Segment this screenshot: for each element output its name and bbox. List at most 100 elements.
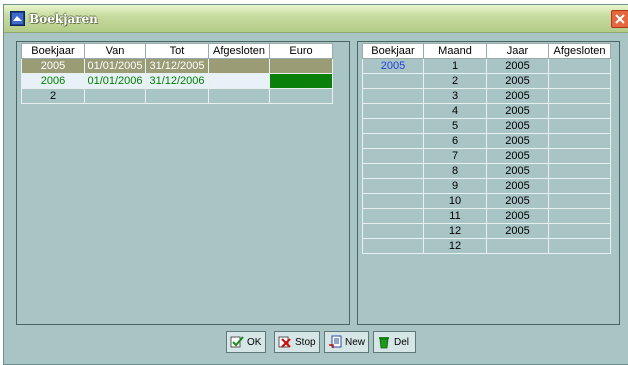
cell-maand[interactable]: 11 [423, 208, 487, 224]
cell-boekjaar[interactable] [362, 103, 424, 119]
cell-jaar[interactable]: 2005 [486, 223, 549, 239]
cell-jaar[interactable]: 2005 [486, 148, 549, 164]
cell-afgesloten[interactable] [548, 58, 611, 74]
cell-maand[interactable]: 8 [423, 163, 487, 179]
cell-jaar[interactable]: 2005 [486, 133, 549, 149]
cell-boekjaar[interactable] [362, 88, 424, 104]
cell-afgesloten[interactable] [548, 208, 611, 224]
column-header[interactable]: Van [84, 43, 146, 59]
cell-afgesloten[interactable] [548, 148, 611, 164]
cell-boekjaar[interactable]: 2005 [362, 58, 424, 74]
stop-label: Stop [295, 336, 316, 348]
cell-boekjaar[interactable] [362, 73, 424, 89]
table-count-row: 2 [21, 88, 333, 104]
title-bar[interactable]: Boekjaren [4, 5, 628, 33]
table-row[interactable]: 10 2005 [362, 193, 611, 209]
cell-afgesloten[interactable] [548, 133, 611, 149]
table-row[interactable]: 2006 01/01/2006 31/12/2006 [21, 73, 333, 89]
cell-jaar[interactable]: 2005 [486, 208, 549, 224]
cell-afgesloten[interactable] [548, 118, 611, 134]
table-row[interactable]: 12 2005 [362, 223, 611, 239]
empty-cell [84, 88, 146, 104]
cell-boekjaar[interactable] [362, 178, 424, 194]
cell-boekjaar[interactable] [362, 193, 424, 209]
column-header[interactable]: Boekjaar [362, 43, 424, 59]
table-row[interactable]: 4 2005 [362, 103, 611, 119]
cell-jaar[interactable]: 2005 [486, 88, 549, 104]
table-row[interactable]: 2 2005 [362, 73, 611, 89]
new-button[interactable]: New [324, 331, 369, 353]
row-count: 2 [21, 88, 85, 104]
column-header[interactable]: Jaar [486, 43, 549, 59]
cell-jaar[interactable]: 2005 [486, 193, 549, 209]
cell-maand[interactable]: 1 [423, 58, 487, 74]
cell-boekjaar[interactable] [362, 223, 424, 239]
column-header[interactable]: Tot [145, 43, 209, 59]
cell-euro[interactable] [269, 73, 333, 89]
cell-afgesloten[interactable] [548, 223, 611, 239]
table-row[interactable]: 2005 1 2005 [362, 58, 611, 74]
cell-euro[interactable] [269, 58, 333, 74]
cell-maand[interactable]: 9 [423, 178, 487, 194]
stop-icon [278, 336, 291, 348]
cell-maand[interactable]: 7 [423, 148, 487, 164]
cell-jaar[interactable]: 2005 [486, 58, 549, 74]
column-header[interactable]: Afgesloten [548, 43, 611, 59]
cell-van[interactable]: 01/01/2006 [84, 73, 146, 89]
cell-afgesloten[interactable] [548, 103, 611, 119]
cell-maand[interactable]: 4 [423, 103, 487, 119]
cell-maand[interactable]: 6 [423, 133, 487, 149]
cell-maand[interactable]: 5 [423, 118, 487, 134]
cell-tot[interactable]: 31/12/2006 [145, 73, 209, 89]
column-header[interactable]: Maand [423, 43, 487, 59]
cell-jaar[interactable]: 2005 [486, 163, 549, 179]
empty-cell [269, 88, 333, 104]
cell-boekjaar[interactable] [362, 148, 424, 164]
cell-afgesloten[interactable] [208, 58, 270, 74]
cell-afgesloten[interactable] [548, 178, 611, 194]
empty-cell [362, 238, 424, 254]
row-count: 12 [423, 238, 487, 254]
column-header[interactable]: Afgesloten [208, 43, 270, 59]
table-row[interactable]: 3 2005 [362, 88, 611, 104]
table-row[interactable]: 9 2005 [362, 178, 611, 194]
cell-maand[interactable]: 2 [423, 73, 487, 89]
table-row[interactable]: 8 2005 [362, 163, 611, 179]
table-row[interactable]: 5 2005 [362, 118, 611, 134]
table-row[interactable]: 2005 01/01/2005 31/12/2005 [21, 58, 333, 74]
table-row[interactable]: 6 2005 [362, 133, 611, 149]
table-row[interactable]: 7 2005 [362, 148, 611, 164]
cell-van[interactable]: 01/01/2005 [84, 58, 146, 74]
cell-tot[interactable]: 31/12/2005 [145, 58, 209, 74]
cell-maand[interactable]: 12 [423, 223, 487, 239]
table-row[interactable]: 11 2005 [362, 208, 611, 224]
ok-button[interactable]: OK [226, 331, 266, 353]
cell-boekjaar[interactable] [362, 133, 424, 149]
close-icon[interactable] [611, 10, 628, 28]
delete-button[interactable]: Del [373, 331, 416, 353]
cell-boekjaar[interactable] [362, 163, 424, 179]
stop-button[interactable]: Stop [274, 331, 320, 353]
cell-afgesloten[interactable] [208, 73, 270, 89]
new-record-icon [329, 335, 342, 348]
column-header[interactable]: Boekjaar [21, 43, 85, 59]
trash-icon [379, 337, 389, 349]
app-icon[interactable] [10, 11, 25, 26]
cell-afgesloten[interactable] [548, 88, 611, 104]
cell-boekjaar[interactable] [362, 208, 424, 224]
cell-maand[interactable]: 3 [423, 88, 487, 104]
cell-afgesloten[interactable] [548, 193, 611, 209]
cell-boekjaar[interactable] [362, 118, 424, 134]
cell-jaar[interactable]: 2005 [486, 73, 549, 89]
delete-label: Del [394, 336, 410, 348]
cell-maand[interactable]: 10 [423, 193, 487, 209]
cell-boekjaar[interactable]: 2005 [21, 58, 85, 74]
cell-jaar[interactable]: 2005 [486, 118, 549, 134]
cell-afgesloten[interactable] [548, 73, 611, 89]
cell-jaar[interactable]: 2005 [486, 178, 549, 194]
boekjaren-window: Boekjaren Boekjaar Van Tot Afgesloten Eu… [3, 4, 628, 365]
cell-afgesloten[interactable] [548, 163, 611, 179]
cell-jaar[interactable]: 2005 [486, 103, 549, 119]
cell-boekjaar[interactable]: 2006 [21, 73, 85, 89]
column-header[interactable]: Euro [269, 43, 333, 59]
